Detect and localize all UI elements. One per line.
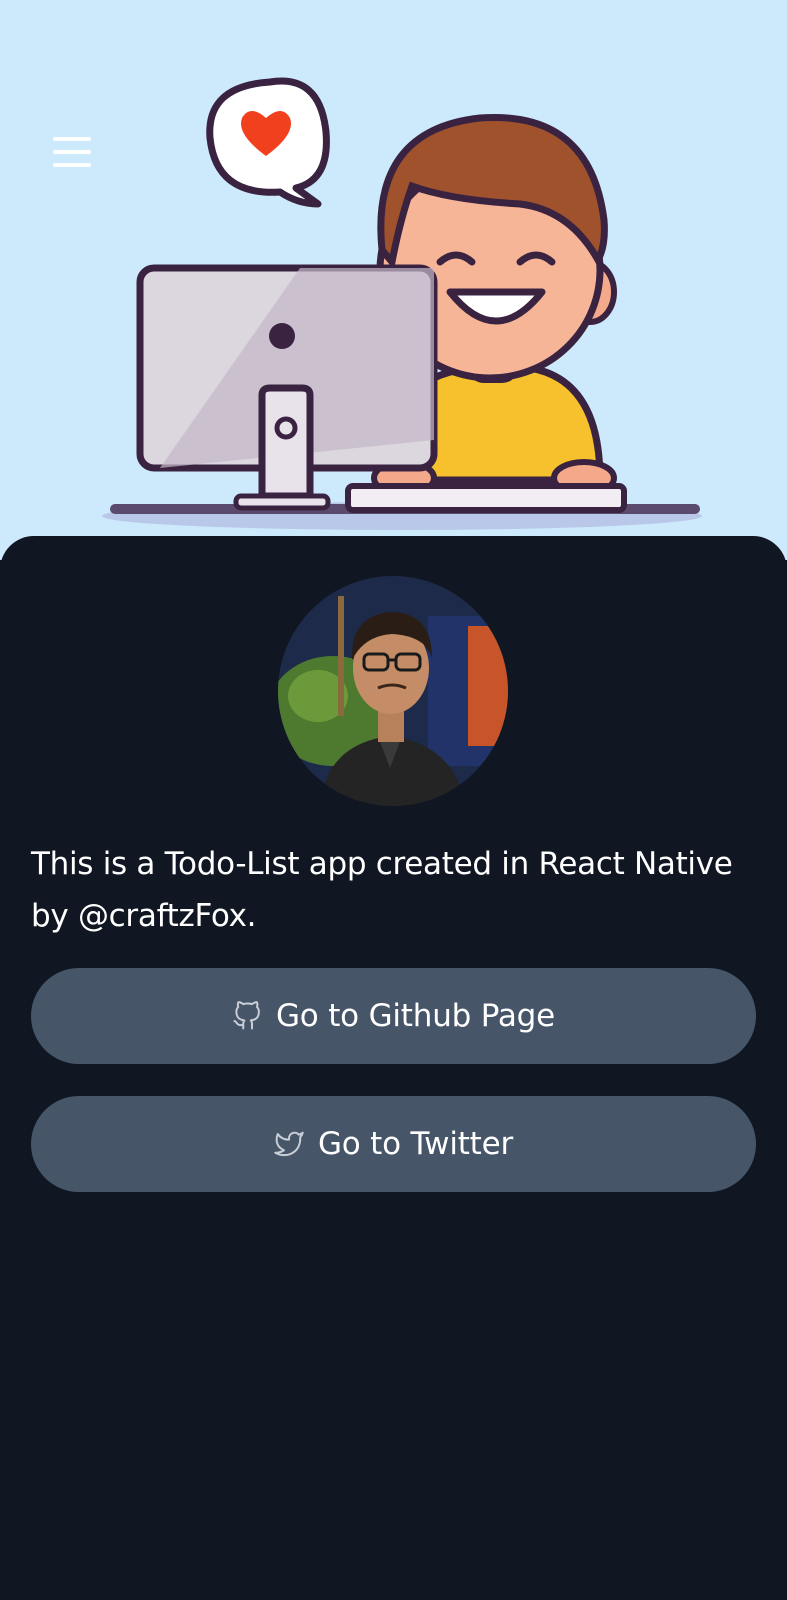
profile-photo	[278, 576, 508, 806]
app-description: This is a Todo-List app created in React…	[31, 846, 733, 934]
twitter-icon	[274, 1131, 304, 1157]
menu-bar-top	[53, 137, 91, 141]
menu-bar-bottom	[53, 163, 91, 167]
github-button-label: Go to Github Page	[275, 998, 556, 1034]
twitter-button-label: Go to Twitter	[317, 1126, 514, 1162]
twitter-button[interactable]: Go to Twitter	[31, 1096, 756, 1192]
github-icon	[233, 1001, 260, 1030]
menu-bar-middle	[53, 150, 91, 154]
hamburger-menu-icon[interactable]	[44, 128, 100, 176]
github-page-button[interactable]: Go to Github Page	[31, 968, 756, 1064]
header-illustration-area	[0, 0, 787, 560]
about-screen: This is a Todo-List app created in React…	[0, 0, 787, 1600]
about-panel: This is a Todo-List app created in React…	[0, 536, 787, 1600]
boy-at-computer-illustration	[102, 77, 702, 530]
avatar	[278, 576, 508, 806]
